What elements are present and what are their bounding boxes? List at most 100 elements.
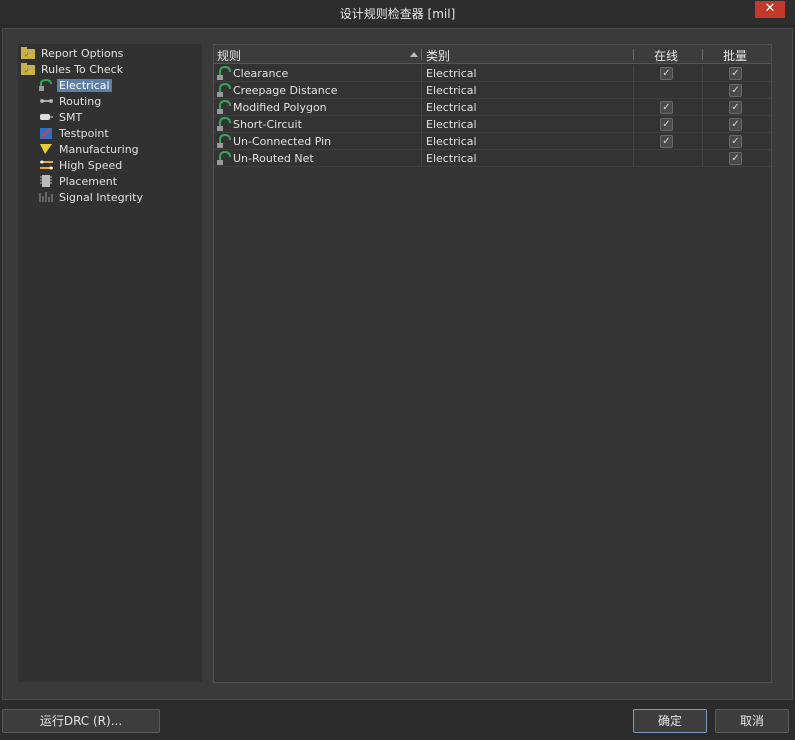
table-row[interactable]: Short-Circuit Electrical ✓ ✓ (214, 116, 771, 133)
column-divider (702, 82, 703, 99)
tree-item-rules-to-check[interactable]: ✓ Rules To Check (21, 62, 125, 77)
tree-item-manufacturing[interactable]: Manufacturing (39, 142, 141, 157)
column-divider (633, 116, 634, 133)
tree-item-label: Manufacturing (59, 143, 139, 156)
rule-icon (217, 134, 231, 148)
header-rule[interactable]: 规则 (217, 47, 241, 64)
column-divider (702, 150, 703, 167)
tree-item-routing[interactable]: Routing (39, 94, 103, 109)
tree-item-label: Routing (59, 95, 102, 108)
header-separator[interactable] (633, 49, 634, 60)
svg-text:✓: ✓ (24, 51, 30, 59)
cell-rule: Short-Circuit (233, 118, 302, 131)
batch-checkbox[interactable]: ✓ (729, 135, 742, 148)
column-divider (633, 82, 634, 99)
routing-icon (39, 95, 54, 107)
online-checkbox[interactable]: ✓ (660, 101, 673, 114)
table-row[interactable]: Un-Routed Net Electrical ✓ (214, 150, 771, 167)
online-checkbox[interactable]: ✓ (660, 135, 673, 148)
tree-item-label: SMT (59, 111, 83, 124)
tree-item-label: Electrical (57, 79, 112, 92)
sort-ascending-icon[interactable] (410, 52, 418, 57)
cell-category: Electrical (426, 135, 477, 148)
rule-icon (217, 100, 231, 114)
column-divider (702, 99, 703, 116)
header-separator[interactable] (421, 49, 422, 60)
cell-rule: Un-Routed Net (233, 152, 314, 165)
column-divider (633, 99, 634, 116)
folder-icon: ✓ (21, 47, 36, 59)
rules-grid[interactable]: 规则 类别 在线 批量 Clearance Electrical ✓ ✓ Creepag… (213, 44, 772, 683)
rule-icon (217, 83, 231, 97)
column-divider (421, 116, 422, 133)
folder-icon: ✓ (21, 63, 36, 75)
cell-category: Electrical (426, 67, 477, 80)
testpoint-icon (39, 127, 54, 139)
batch-checkbox[interactable]: ✓ (729, 101, 742, 114)
column-divider (633, 133, 634, 150)
table-row[interactable]: Creepage Distance Electrical ✓ (214, 82, 771, 99)
smt-icon (39, 111, 54, 123)
table-row[interactable]: Modified Polygon Electrical ✓ ✓ (214, 99, 771, 116)
column-divider (633, 65, 634, 82)
header-batch[interactable]: 批量 (723, 47, 747, 64)
close-button[interactable]: ✕ (755, 1, 785, 18)
column-divider (702, 133, 703, 150)
tree-item-placement[interactable]: Placement (39, 174, 119, 189)
batch-checkbox[interactable]: ✓ (729, 152, 742, 165)
rule-tree[interactable]: ✓ Report Options ✓ Rules To Check Electr… (18, 44, 202, 682)
cell-rule: Creepage Distance (233, 84, 338, 97)
cell-rule: Clearance (233, 67, 289, 80)
batch-checkbox[interactable]: ✓ (729, 67, 742, 80)
column-divider (702, 65, 703, 82)
column-divider (421, 82, 422, 99)
high-speed-icon (39, 159, 54, 171)
batch-checkbox[interactable]: ✓ (729, 118, 742, 131)
signal-integrity-icon (39, 191, 54, 203)
tree-item-smt[interactable]: SMT (39, 110, 84, 125)
electrical-icon (39, 78, 54, 91)
tree-item-testpoint[interactable]: Testpoint (39, 126, 111, 141)
tree-item-label: High Speed (59, 159, 123, 172)
tree-item-label: Report Options (41, 47, 124, 60)
cell-rule: Modified Polygon (233, 101, 327, 114)
cancel-button[interactable]: 取消 (715, 709, 789, 733)
ok-button[interactable]: 确定 (633, 709, 707, 733)
rule-icon (217, 151, 231, 165)
cell-category: Electrical (426, 101, 477, 114)
placement-icon (39, 175, 54, 187)
tree-item-label: Signal Integrity (59, 191, 143, 204)
tree-item-high-speed[interactable]: High Speed (39, 158, 124, 173)
column-divider (421, 99, 422, 116)
online-checkbox[interactable]: ✓ (660, 67, 673, 80)
header-online[interactable]: 在线 (654, 47, 678, 64)
run-drc-button[interactable]: 运行DRC (R)... (2, 709, 160, 733)
cell-rule: Un-Connected Pin (233, 135, 332, 148)
grid-header: 规则 类别 在线 批量 (214, 45, 771, 64)
column-divider (702, 116, 703, 133)
tree-item-label: Testpoint (59, 127, 109, 140)
batch-checkbox[interactable]: ✓ (729, 84, 742, 97)
tree-item-label: Rules To Check (41, 63, 124, 76)
table-row[interactable]: Un-Connected Pin Electrical ✓ ✓ (214, 133, 771, 150)
manufacturing-icon (39, 143, 54, 155)
column-divider (633, 150, 634, 167)
column-divider (421, 133, 422, 150)
rule-icon (217, 117, 231, 131)
rule-icon (217, 66, 231, 80)
cell-category: Electrical (426, 118, 477, 131)
tree-item-report-options[interactable]: ✓ Report Options (21, 46, 125, 61)
tree-item-signal-integrity[interactable]: Signal Integrity (39, 190, 145, 205)
tree-item-electrical[interactable]: Electrical (39, 78, 112, 93)
column-divider (421, 65, 422, 82)
online-checkbox[interactable]: ✓ (660, 118, 673, 131)
cell-category: Electrical (426, 152, 477, 165)
cell-category: Electrical (426, 84, 477, 97)
table-row[interactable]: Clearance Electrical ✓ ✓ (214, 65, 771, 82)
header-separator[interactable] (702, 49, 703, 60)
column-divider (421, 150, 422, 167)
svg-text:✓: ✓ (24, 67, 30, 75)
title-bar: 设计规则检查器 [mil] ✕ (0, 0, 795, 26)
header-category[interactable]: 类别 (426, 47, 450, 64)
tree-item-label: Placement (59, 175, 118, 188)
